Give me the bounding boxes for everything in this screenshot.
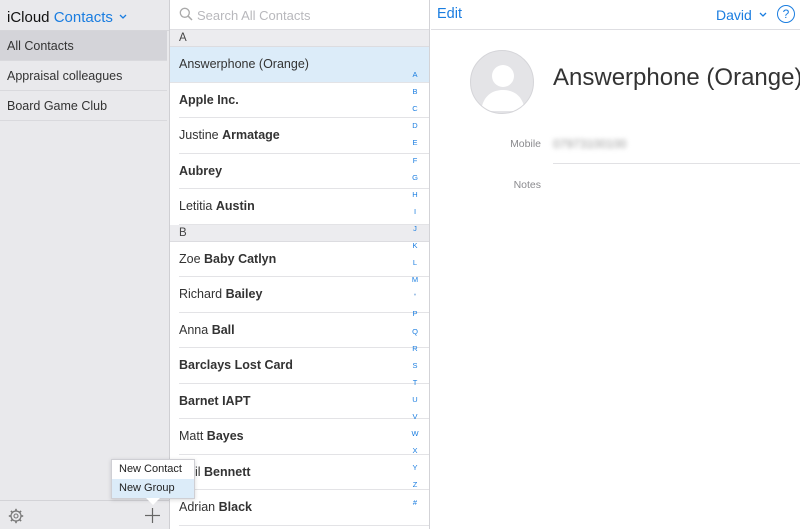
contact-last-name: Baby Catlyn [204, 251, 277, 266]
contact-name-heading: Answerphone (Orange) [553, 64, 800, 91]
group-item-board-game-club[interactable]: Board Game Club [0, 91, 167, 121]
contact-last-name: Bennett [204, 464, 251, 479]
index-letter[interactable]: X [404, 446, 426, 455]
contact-last-name: Armatage [222, 128, 280, 142]
contact-first-name: Zoe [179, 251, 201, 266]
contact-list-pane: A Answerphone (Orange) Apple Inc. Justin… [170, 0, 430, 529]
contact-last-name: Austin [215, 199, 255, 213]
contact-last-name: Barclays Lost Card [179, 358, 293, 372]
index-letter[interactable]: F [404, 156, 426, 165]
mobile-value[interactable]: 07973100100 [553, 137, 626, 151]
index-letter[interactable]: M [404, 275, 426, 284]
index-letter[interactable]: D [404, 121, 426, 130]
group-item-all-contacts[interactable]: All Contacts [0, 31, 167, 61]
search-input[interactable] [197, 6, 397, 24]
index-letter[interactable]: C [404, 104, 426, 113]
contact-row[interactable]: Aubrey [170, 154, 429, 190]
section-header-b: B [170, 224, 429, 242]
help-button[interactable]: ? [777, 5, 795, 23]
mobile-label: Mobile [510, 138, 541, 150]
index-letter[interactable]: • [404, 292, 426, 299]
contact-first-name: Justine [179, 128, 219, 142]
chevron-down-icon[interactable] [119, 7, 127, 24]
contact-last-name: Bailey [225, 287, 263, 301]
contact-first-name: Anna [179, 322, 209, 337]
index-letter[interactable]: Y [404, 463, 426, 472]
contact-row[interactable]: Neil Bennett [170, 455, 429, 491]
index-letter[interactable]: L [404, 258, 426, 267]
person-silhouette-icon [481, 65, 525, 111]
index-letter[interactable]: P [404, 309, 426, 318]
contact-first-name: Richard [179, 287, 223, 301]
contact-last-name: Apple Inc. [179, 92, 239, 107]
index-letter[interactable]: B [404, 87, 426, 96]
contact-first-name: Adrian [179, 500, 216, 514]
contact-last-name: Ball [211, 322, 235, 337]
contact-first-name: Letitia [179, 199, 213, 213]
section-header-a: A [170, 30, 429, 47]
contact-row[interactable]: Answerphone (Orange) [170, 47, 429, 83]
detail-toolbar: Edit David ? [431, 0, 800, 30]
contact-row[interactable]: Letitia Austin [170, 189, 429, 225]
add-popover-menu: New Contact New Group [111, 459, 195, 505]
contact-row[interactable]: Anna Ball [170, 313, 429, 349]
app-switcher[interactable]: iCloud Contacts [0, 0, 169, 30]
index-letter[interactable]: A [404, 70, 426, 79]
index-letter[interactable]: U [404, 395, 426, 404]
index-letter[interactable]: G [404, 173, 426, 182]
field-divider [553, 163, 800, 164]
index-letter[interactable]: S [404, 361, 426, 370]
contact-last-name: Bayes [206, 429, 244, 443]
contact-row[interactable]: Apple Inc. [170, 83, 429, 119]
index-letter[interactable]: T [404, 378, 426, 387]
group-list: All Contacts Appraisal colleagues Board … [0, 30, 169, 121]
alphabet-index[interactable]: A B C D E F G H I J K L M • P Q R S T U V W X Y Z # [404, 70, 426, 518]
index-letter[interactable]: Z [404, 480, 426, 489]
group-item-appraisal-colleagues[interactable]: Appraisal colleagues [0, 61, 167, 91]
index-letter[interactable]: E [404, 138, 426, 147]
edit-button[interactable]: Edit [437, 6, 462, 22]
contact-row[interactable]: Zoe Baby Catlyn [170, 242, 429, 278]
index-letter[interactable]: K [404, 241, 426, 250]
contact-last-name: Barnet IAPT [179, 393, 251, 408]
contact-row[interactable]: Adrian Black [170, 490, 429, 526]
icloud-brand: iCloud [7, 9, 50, 26]
icloud-contacts-app: iCloud Contacts All Contacts Appraisal c… [0, 0, 800, 529]
popover-arrow [146, 498, 160, 505]
contact-row[interactable]: Matt Bayes [170, 419, 429, 455]
chevron-down-icon [759, 12, 767, 17]
index-letter[interactable]: # [404, 498, 426, 507]
contact-first-name: Matt [179, 429, 204, 443]
index-letter[interactable]: W [404, 429, 426, 438]
contact-last-name: Aubrey [179, 163, 223, 178]
avatar [470, 50, 534, 114]
index-letter[interactable]: R [404, 344, 426, 353]
plus-icon[interactable] [144, 507, 161, 524]
account-menu-button[interactable]: David [716, 7, 767, 23]
contact-last-name: Black [218, 500, 252, 514]
contact-row[interactable]: Barclays Lost Card [170, 348, 429, 384]
contact-row[interactable]: Richard Bailey [170, 277, 429, 313]
sidebar-footer [0, 500, 170, 529]
new-group-menu-item[interactable]: New Group [112, 479, 194, 498]
new-contact-menu-item[interactable]: New Contact [112, 460, 194, 479]
search-icon [179, 7, 193, 21]
app-name[interactable]: Contacts [54, 9, 113, 26]
index-letter[interactable]: H [404, 190, 426, 199]
notes-label: Notes [513, 179, 541, 191]
search-bar [170, 0, 429, 30]
contact-row[interactable]: Justine Armatage [170, 118, 429, 154]
contact-row[interactable]: Barnet IAPT [170, 384, 429, 420]
index-letter[interactable]: I [404, 207, 426, 216]
contact-detail-pane: Edit David ? Answerphone (Orange) Mobile… [431, 0, 800, 529]
contact-last-name: Answerphone (Orange) [179, 57, 309, 71]
gear-icon[interactable] [8, 508, 24, 524]
account-name: David [716, 7, 752, 23]
index-letter[interactable]: Q [404, 327, 426, 336]
index-letter[interactable]: J [404, 224, 426, 233]
index-letter[interactable]: V [404, 412, 426, 421]
groups-sidebar: iCloud Contacts All Contacts Appraisal c… [0, 0, 170, 529]
